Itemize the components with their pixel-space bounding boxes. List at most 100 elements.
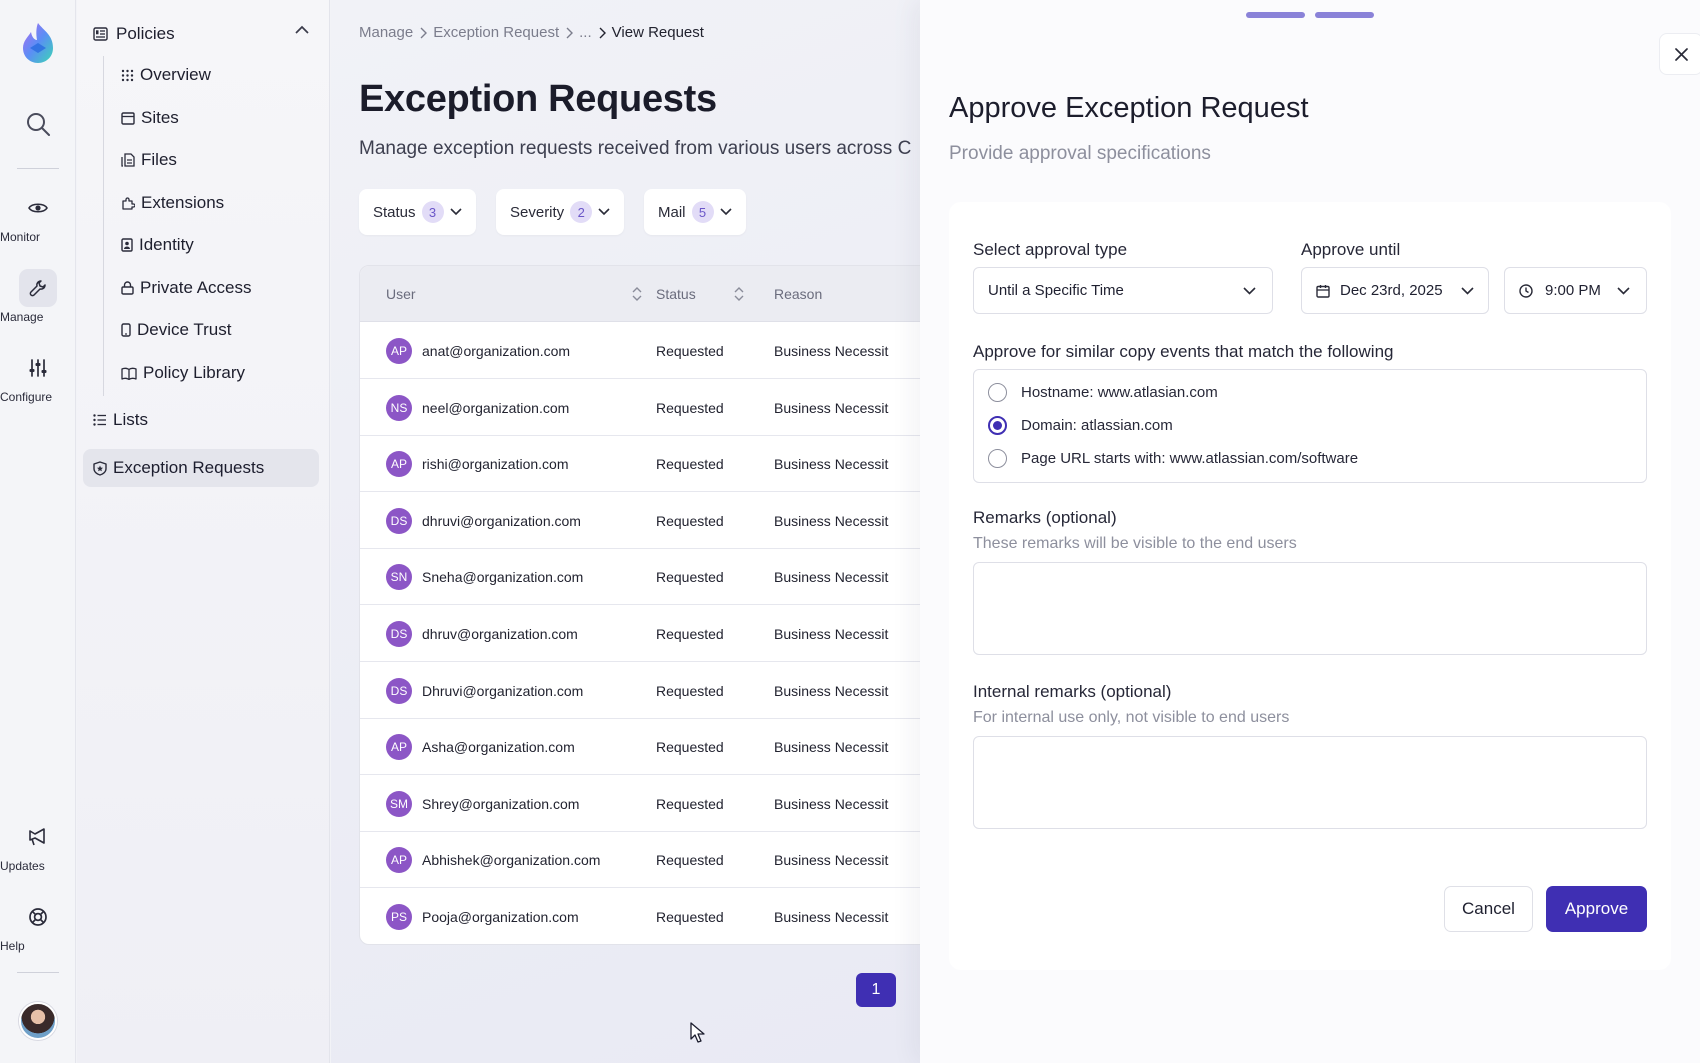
- approve-until-label: Approve until: [1301, 240, 1401, 259]
- list-icon: [93, 414, 106, 426]
- icon-rail: Monitor Manage Configure Updates Help: [0, 0, 76, 1063]
- filter-label: Status: [373, 203, 416, 221]
- nav-section-policies[interactable]: Policies: [93, 22, 315, 46]
- status-text: Requested: [656, 626, 724, 642]
- rail-label: Updates: [0, 859, 45, 873]
- table-row[interactable]: AP rishi@organization.com Requested Busines…: [360, 436, 920, 493]
- option-domain[interactable]: Domain: atlassian.com: [988, 414, 1173, 436]
- select-value: Until a Specific Time: [988, 282, 1124, 299]
- column-header-user[interactable]: User: [386, 286, 416, 302]
- table-row[interactable]: DS dhruv@organization.com Requested Busines…: [360, 606, 920, 662]
- filter-status[interactable]: Status 3: [359, 189, 476, 235]
- nav-item-label: Private Access: [140, 278, 252, 297]
- table-row[interactable]: DS dhruvi@organization.com Requested Busine…: [360, 493, 920, 549]
- page-subtitle: Manage exception requests received from …: [359, 138, 912, 159]
- table-row[interactable]: PS Pooja@organization.com Requested Busines…: [360, 889, 920, 944]
- nav-item-extensions[interactable]: Extensions: [121, 189, 224, 217]
- user-email: Dhruvi@organization.com: [422, 682, 584, 699]
- user-email: dhruv@organization.com: [422, 626, 578, 642]
- internal-remarks-help: For internal use only, not visible to en…: [973, 709, 1290, 726]
- reason-text: Business Necessit: [774, 399, 889, 416]
- approve-button[interactable]: Approve: [1546, 886, 1647, 932]
- requests-table: User Status Reason AP anat@organization.c…: [359, 265, 920, 945]
- internal-remarks-textarea[interactable]: [973, 736, 1647, 829]
- status-text: Requested: [656, 456, 724, 473]
- chevron-right-icon: [566, 27, 574, 38]
- user-avatar: PS: [386, 904, 412, 930]
- status-text: Requested: [656, 399, 724, 416]
- time-picker[interactable]: 9:00 PM: [1504, 267, 1647, 314]
- reason-text: Business Necessit: [774, 626, 889, 642]
- nav-item-policy-library[interactable]: Policy Library: [121, 359, 245, 387]
- breadcrumb-item[interactable]: Manage: [359, 24, 413, 41]
- status-text: Requested: [656, 852, 724, 869]
- rail-item-monitor[interactable]: Monitor: [0, 189, 76, 244]
- app-logo-icon[interactable]: [17, 21, 59, 65]
- column-header-status[interactable]: Status: [656, 286, 696, 302]
- close-icon: [1674, 47, 1688, 61]
- lock-icon: [121, 281, 134, 295]
- user-avatar: AP: [386, 451, 412, 478]
- nav-item-overview[interactable]: Overview: [121, 61, 211, 89]
- table-row[interactable]: AP Abhishek@organization.com Requested Busi…: [360, 832, 920, 889]
- table-row[interactable]: SM Shrey@organization.com Requested Busines…: [360, 776, 920, 832]
- breadcrumb-current: View Request: [611, 24, 704, 41]
- breadcrumb-item[interactable]: Exception Request: [433, 24, 559, 41]
- nav-item-label: Identity: [139, 235, 194, 254]
- wrench-icon: [29, 280, 46, 297]
- nav-item-identity[interactable]: Identity: [121, 231, 194, 259]
- table-row[interactable]: DS Dhruvi@organization.com Requested Busine…: [360, 663, 920, 719]
- filter-severity[interactable]: Severity 2: [496, 189, 625, 235]
- nav-item-files[interactable]: Files: [121, 146, 177, 174]
- table-row[interactable]: AP anat@organization.com Requested Business…: [360, 323, 920, 379]
- option-label: Page URL starts with: www.atlassian.com/…: [1021, 449, 1359, 467]
- table-row[interactable]: AP Asha@organization.com Requested Business…: [360, 719, 920, 776]
- sort-icon[interactable]: [632, 286, 642, 302]
- reason-text: Business Necessit: [774, 909, 889, 925]
- rail-divider: [17, 168, 59, 169]
- rail-item-updates[interactable]: Updates: [0, 818, 76, 873]
- filter-count-badge: 2: [570, 201, 593, 223]
- option-page-url[interactable]: Page URL starts with: www.atlassian.com/…: [988, 447, 1358, 469]
- radio-button[interactable]: [988, 382, 1007, 402]
- close-button[interactable]: [1659, 33, 1700, 75]
- rail-item-manage[interactable]: Manage: [0, 269, 76, 324]
- nav-item-label: Device Trust: [137, 320, 232, 339]
- radio-button[interactable]: [988, 448, 1007, 468]
- user-email: dhruvi@organization.com: [422, 512, 581, 529]
- chevron-up-icon[interactable]: [295, 25, 309, 35]
- date-picker[interactable]: Dec 23rd, 2025: [1301, 267, 1489, 314]
- option-hostname[interactable]: Hostname: www.atlasian.com: [988, 381, 1218, 403]
- tree-line: [103, 56, 104, 396]
- rail-item-configure[interactable]: Configure: [0, 349, 76, 404]
- reason-text: Business Necessit: [774, 569, 889, 586]
- nav-item-device-trust[interactable]: Device Trust: [121, 316, 231, 344]
- status-text: Requested: [656, 512, 724, 529]
- approval-type-select[interactable]: Until a Specific Time: [973, 267, 1273, 314]
- table-row[interactable]: SN Sneha@organization.com Requested Busines…: [360, 549, 920, 606]
- nav-item-private-access[interactable]: Private Access: [121, 274, 252, 302]
- nav-item-label: Files: [141, 150, 177, 169]
- remarks-textarea[interactable]: [973, 562, 1647, 655]
- internal-remarks-label: Internal remarks (optional): [973, 682, 1172, 701]
- remarks-label: Remarks (optional): [973, 508, 1117, 527]
- reason-text: Business Necessit: [774, 739, 889, 756]
- column-header-reason[interactable]: Reason: [774, 286, 822, 302]
- cancel-button[interactable]: Cancel: [1444, 886, 1533, 932]
- radio-button-selected[interactable]: [988, 415, 1007, 435]
- nav-item-lists[interactable]: Lists: [93, 406, 148, 434]
- user-avatar: DS: [386, 621, 412, 647]
- user-avatar: DS: [386, 507, 412, 534]
- rail-item-help[interactable]: Help: [0, 898, 76, 953]
- megaphone-icon: [29, 828, 45, 846]
- pagination-page-button[interactable]: 1: [856, 973, 896, 1007]
- sort-icon[interactable]: [734, 286, 744, 302]
- option-label: Hostname: www.atlasian.com: [1021, 383, 1218, 401]
- table-row[interactable]: NS neel@organization.com Requested Business…: [360, 380, 920, 436]
- nav-item-sites[interactable]: Sites: [121, 104, 179, 132]
- filter-mail[interactable]: Mail 5: [644, 189, 746, 235]
- user-avatar[interactable]: [19, 1002, 57, 1040]
- breadcrumb-item[interactable]: ...: [579, 24, 592, 41]
- search-icon[interactable]: [24, 110, 52, 138]
- nav-item-exception-requests[interactable]: Exception Requests: [83, 449, 319, 487]
